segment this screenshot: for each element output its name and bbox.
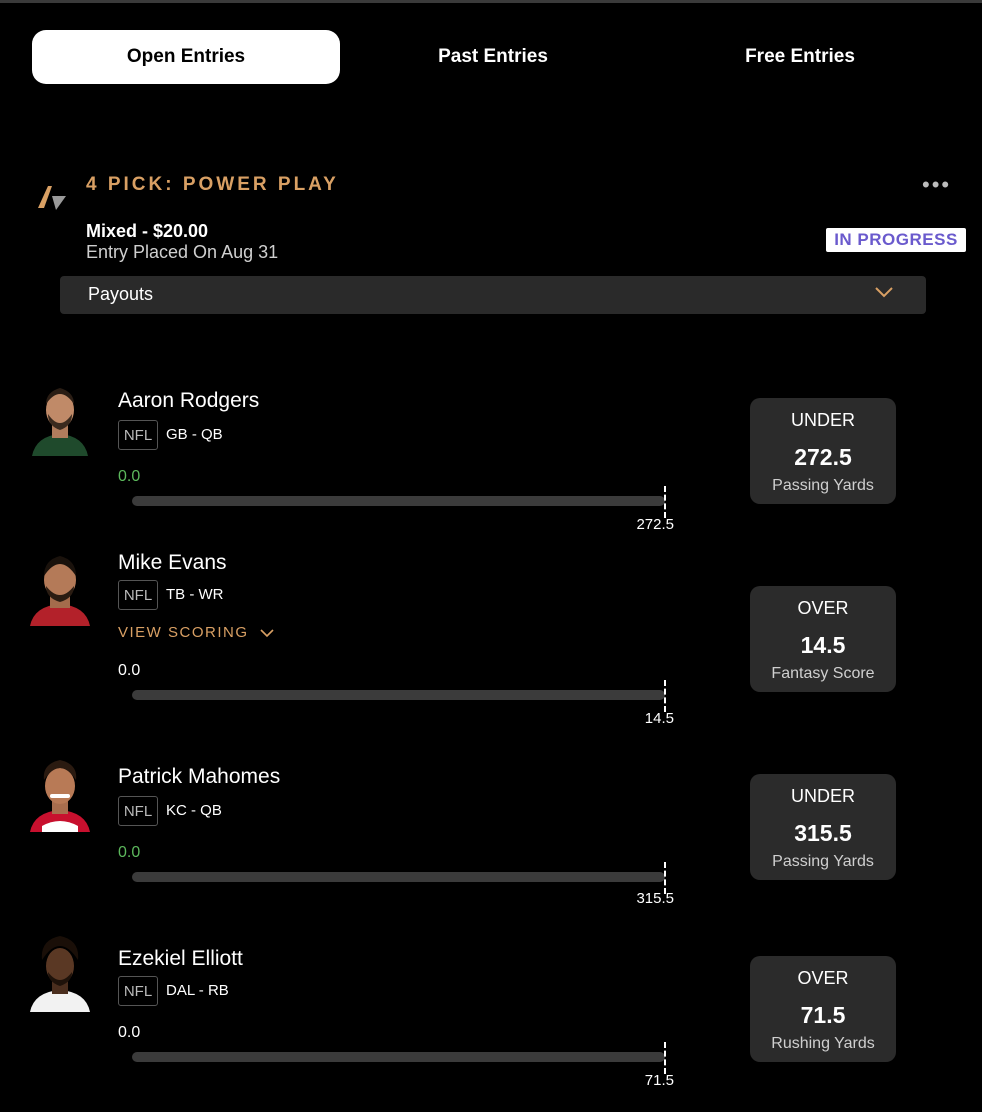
team-position: GB - QB [166, 426, 223, 443]
pick-stat-type: Passing Yards [772, 853, 874, 870]
tab-past-entries[interactable]: Past Entries [339, 30, 647, 84]
progress-bar [132, 872, 665, 882]
entry-amount: Mixed - $20.00 [86, 221, 209, 241]
current-score: 0.0 [118, 1024, 141, 1041]
team-position: TB - WR [166, 586, 224, 603]
team-position: DAL - RB [166, 982, 229, 999]
pick-stat-type: Passing Yards [772, 477, 874, 494]
pick-direction: UNDER [790, 410, 855, 430]
player-name: Aaron Rodgers [118, 389, 260, 412]
pick-card[interactable]: UNDER 272.5 Passing Yards [750, 398, 896, 504]
line-marker [664, 1042, 666, 1074]
progress-bar [132, 1052, 665, 1062]
line-value-label: 272.5 [636, 516, 674, 533]
pick-card[interactable]: OVER 14.5 Fantasy Score [750, 586, 896, 692]
player-avatar [30, 760, 90, 832]
current-score: 0.0 [118, 844, 141, 861]
line-value-label: 14.5 [644, 710, 674, 727]
progress-bar [132, 690, 665, 700]
tab-open-entries[interactable]: Open Entries [32, 30, 340, 84]
pick-line: 71.5 [800, 1002, 846, 1028]
chevron-down-icon [875, 287, 893, 298]
chevron-down-icon [259, 628, 274, 637]
line-marker [664, 680, 666, 712]
power-play-logo-icon [38, 186, 66, 210]
player-name: Mike Evans [118, 551, 227, 574]
view-scoring-link[interactable]: VIEW SCORING [118, 624, 275, 641]
current-score: 0.0 [118, 468, 141, 485]
pick-card[interactable]: UNDER 315.5 Passing Yards [750, 774, 896, 880]
status-badge: IN PROGRESS [826, 228, 966, 252]
player-avatar [30, 556, 90, 626]
payouts-label: Payouts [88, 284, 154, 304]
player-avatar [30, 936, 90, 1012]
pick-direction: UNDER [790, 786, 855, 806]
view-scoring-label: VIEW SCORING [118, 624, 249, 641]
ellipsis-icon[interactable]: ••• [922, 172, 951, 198]
player-name: Patrick Mahomes [118, 765, 281, 788]
pick-stat-type: Fantasy Score [771, 665, 875, 682]
progress-bar [132, 496, 665, 506]
pick-line: 272.5 [794, 444, 852, 470]
league-badge: NFL [118, 580, 158, 610]
league-badge: NFL [118, 976, 158, 1006]
player-name: Ezekiel Elliott [118, 947, 243, 970]
tab-free-entries[interactable]: Free Entries [646, 30, 954, 84]
league-badge: NFL [118, 420, 158, 450]
entry-title: 4 PICK: POWER PLAY [86, 174, 339, 195]
pick-direction: OVER [797, 598, 849, 618]
team-position: KC - QB [166, 802, 222, 819]
pick-line: 14.5 [800, 632, 846, 658]
league-badge: NFL [118, 796, 158, 826]
player-avatar [32, 388, 88, 456]
pick-direction: OVER [797, 968, 849, 988]
line-marker [664, 486, 666, 518]
pick-card[interactable]: OVER 71.5 Rushing Yards [750, 956, 896, 1062]
current-score: 0.0 [118, 662, 141, 679]
pick-stat-type: Rushing Yards [771, 1035, 875, 1052]
line-value-label: 315.5 [636, 890, 674, 907]
line-value-label: 71.5 [644, 1072, 674, 1089]
pick-line: 315.5 [794, 820, 852, 846]
top-divider [0, 0, 982, 3]
payouts-dropdown[interactable]: Payouts [60, 276, 926, 314]
entry-placed-date: Entry Placed On Aug 31 [86, 242, 279, 262]
